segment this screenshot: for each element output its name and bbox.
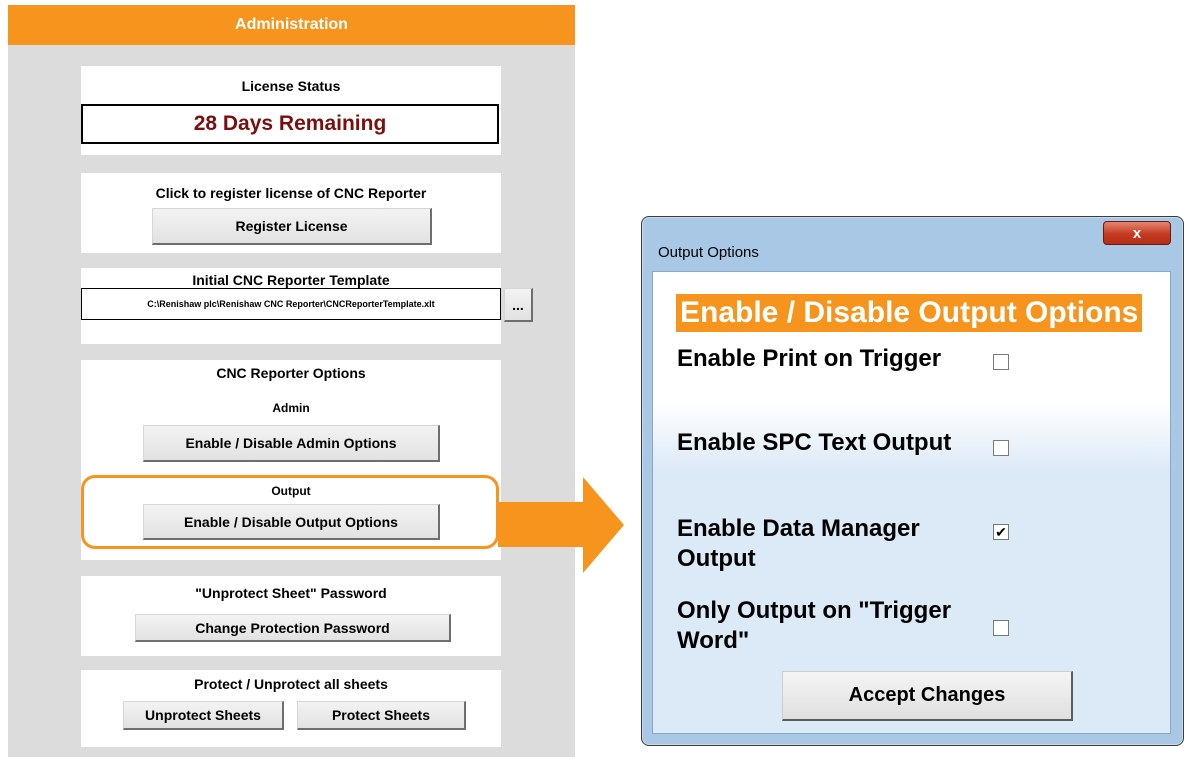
output-options-highlight [81, 475, 499, 549]
template-path-field[interactable]: C:\Renishaw plc\Renishaw CNC Reporter\CN… [81, 288, 501, 320]
option-label-data-manager-output: Enable Data Manager Output [677, 515, 920, 572]
arrow-right-icon [498, 477, 624, 573]
change-password-button[interactable]: Change Protection Password [135, 614, 451, 642]
register-license-card: Click to register license of CNC Reporte… [81, 173, 501, 253]
template-card: Initial CNC Reporter Template C:\Renisha… [81, 268, 501, 344]
admin-options-button[interactable]: Enable / Disable Admin Options [143, 425, 440, 462]
option-label-print-on-trigger: Enable Print on Trigger [677, 345, 942, 372]
dialog-title: Output Options [658, 244, 759, 261]
license-status-heading: License Status [241, 78, 341, 94]
checkbox-spc-text-output[interactable] [993, 440, 1009, 456]
accept-changes-button[interactable]: Accept Changes [782, 671, 1073, 721]
close-icon: x [1132, 224, 1142, 242]
protect-sheets-button[interactable]: Protect Sheets [297, 701, 466, 730]
output-options-dialog: Output Options x Enable / Disable Output… [641, 216, 1184, 746]
reporter-options-heading: CNC Reporter Options [216, 365, 366, 381]
password-card: "Unprotect Sheet" Password Change Protec… [81, 576, 501, 656]
license-status-value: 28 Days Remaining [81, 104, 499, 144]
license-status-card: License Status 28 Days Remaining [81, 66, 501, 155]
checkbox-trigger-word[interactable] [993, 620, 1009, 636]
option-label-trigger-word: Only Output on "Trigger Word" [677, 597, 952, 654]
dialog-body: Enable / Disable Output Options Enable P… [652, 271, 1171, 734]
close-button[interactable]: x [1103, 221, 1171, 245]
template-browse-button[interactable]: ... [504, 288, 533, 322]
protect-heading: Protect / Unprotect all sheets [194, 676, 388, 692]
checkbox-data-manager-output[interactable]: ✔ [993, 524, 1009, 540]
checkbox-print-on-trigger[interactable] [993, 354, 1009, 370]
option-label-spc-text-output: Enable SPC Text Output [677, 429, 952, 456]
protect-card: Protect / Unprotect all sheets Unprotect… [81, 670, 501, 747]
admin-options-label: Admin [272, 401, 310, 415]
dialog-heading: Enable / Disable Output Options [676, 294, 1143, 332]
administration-header: Administration [8, 5, 575, 45]
template-heading: Initial CNC Reporter Template [192, 272, 390, 288]
register-license-button[interactable]: Register License [152, 208, 432, 245]
unprotect-sheets-button[interactable]: Unprotect Sheets [123, 701, 284, 730]
administration-panel: Administration License Status 28 Days Re… [8, 5, 575, 757]
register-license-heading: Click to register license of CNC Reporte… [155, 185, 427, 201]
password-heading: "Unprotect Sheet" Password [195, 585, 387, 601]
